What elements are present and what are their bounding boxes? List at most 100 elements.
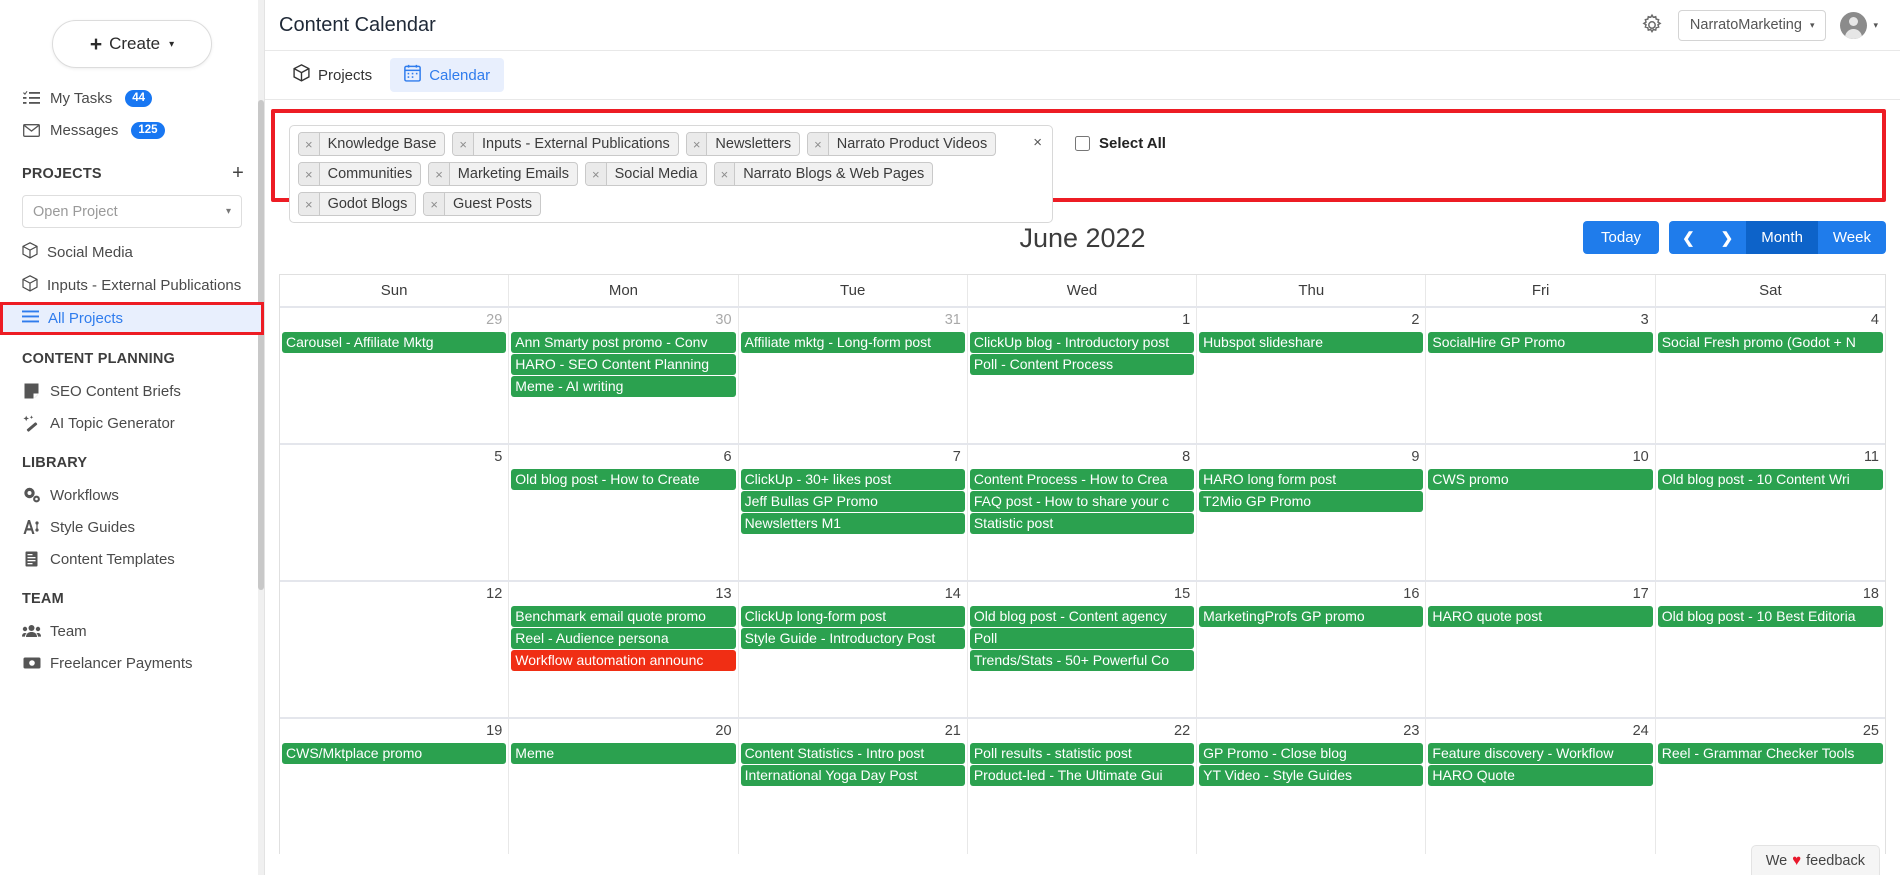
sidebar-item-team[interactable]: Team [0,615,264,647]
sidebar-item-inputs-external-publications[interactable]: Inputs - External Publications [0,269,264,302]
create-button[interactable]: + Create ▾ [52,20,212,68]
filter-chip[interactable]: × Marketing Emails [428,162,578,186]
sidebar-scrollbar-track[interactable] [258,0,264,875]
calendar-event[interactable]: Trends/Stats - 50+ Powerful Co [969,650,1195,671]
calendar-event[interactable]: CWS promo [1428,469,1653,490]
tab-projects[interactable]: Projects [279,58,386,92]
calendar-event[interactable]: Reel - Audience persona [511,628,736,649]
calendar-event[interactable]: Product-led - The Ultimate Gui [969,765,1195,786]
filter-chip[interactable]: × Inputs - External Publications [452,132,679,156]
sidebar-item-seo-content-briefs[interactable]: SEO Content Briefs [0,375,264,407]
gear-icon[interactable] [1640,13,1664,37]
calendar-event[interactable]: ClickUp blog - Introductory post [969,332,1195,353]
project-filter-chips[interactable]: × Knowledge Base × Inputs - External Publi… [289,125,1053,223]
calendar-event[interactable]: MarketingProfs GP promo [1199,606,1424,627]
filter-chip[interactable]: × Social Media [585,162,707,186]
add-project-icon[interactable]: + [232,162,244,185]
calendar-day-cell[interactable]: 12 [280,582,510,717]
calendar-event[interactable]: ClickUp - 30+ likes post [740,469,965,490]
calendar-event[interactable]: Content Statistics - Intro post [740,743,965,764]
calendar-day-cell[interactable]: 25 Reel - Grammar Checker Tools [1656,719,1885,854]
calendar-event[interactable]: GP Promo - Close blog [1199,743,1424,764]
calendar-day-cell[interactable]: 22 Poll results - statistic post Product-l… [968,719,1198,854]
calendar-event[interactable]: Meme - AI writing [511,376,736,397]
calendar-day-cell[interactable]: 23 GP Promo - Close blog YT Video - Style … [1197,719,1427,854]
calendar-event[interactable]: HARO long form post [1199,469,1424,490]
calendar-day-cell[interactable]: 21 Content Statistics - Intro post Interna… [739,719,968,854]
calendar-event[interactable]: Old blog post - How to Create [511,469,736,490]
calendar-day-cell[interactable]: 7 ClickUp - 30+ likes post Jeff Bullas GP … [739,445,968,580]
sidebar-item-messages[interactable]: Messages 125 [0,114,264,146]
chip-remove-icon[interactable]: × [586,163,607,185]
calendar-day-cell[interactable]: 6 Old blog post - How to Create [509,445,739,580]
calendar-day-cell[interactable]: 9 HARO long form post T2Mio GP Promo [1197,445,1427,580]
calendar-event[interactable]: Newsletters M1 [740,513,965,534]
calendar-day-cell[interactable]: 17 HARO quote post [1426,582,1656,717]
calendar-event[interactable]: Hubspot slideshare [1199,332,1424,353]
sidebar-item-content-templates[interactable]: Content Templates [0,543,264,575]
filter-chip[interactable]: × Communities [298,162,422,186]
tab-calendar[interactable]: Calendar [390,58,505,92]
calendar-event[interactable]: Poll - Content Process [969,354,1195,375]
sidebar-item-all-projects[interactable]: All Projects [0,302,264,335]
calendar-event[interactable]: Style Guide - Introductory Post [740,628,965,649]
organization-selector[interactable]: NarratoMarketing ▾ [1677,9,1827,41]
calendar-event[interactable]: Reel - Grammar Checker Tools [1657,743,1883,764]
calendar-day-cell[interactable]: 1 ClickUp blog - Introductory post Poll - … [968,308,1198,443]
calendar-event[interactable]: ClickUp long-form post [740,606,965,627]
calendar-event[interactable]: Old blog post - 10 Content Wri [1657,469,1883,490]
calendar-day-cell[interactable]: 5 [280,445,510,580]
calendar-day-cell[interactable]: 20 Meme [509,719,739,854]
calendar-event[interactable]: Poll results - statistic post [969,743,1195,764]
calendar-event[interactable]: HARO quote post [1428,606,1653,627]
calendar-day-cell[interactable]: 30 Ann Smarty post promo - Conv HARO - SEO… [509,308,739,443]
calendar-day-cell[interactable]: 16 MarketingProfs GP promo [1197,582,1427,717]
calendar-day-cell[interactable]: 13 Benchmark email quote promo Reel - Audi… [509,582,739,717]
filter-chip[interactable]: × Narrato Blogs & Web Pages [713,162,934,186]
calendar-day-cell[interactable]: 4 Social Fresh promo (Godot + N [1656,308,1885,443]
calendar-event[interactable]: Poll [969,628,1195,649]
prev-month-button[interactable]: ❮ [1669,221,1708,254]
calendar-event[interactable]: YT Video - Style Guides [1199,765,1424,786]
filter-chip[interactable]: × Knowledge Base [298,132,446,156]
calendar-day-cell[interactable]: 3 SocialHire GP Promo [1426,308,1656,443]
open-project-select[interactable]: Open Project ▾ [22,195,242,228]
calendar-day-cell[interactable]: 11 Old blog post - 10 Content Wri [1656,445,1885,580]
calendar-event[interactable]: Jeff Bullas GP Promo [740,491,965,512]
calendar-event[interactable]: Benchmark email quote promo [511,606,736,627]
calendar-day-cell[interactable]: 24 Feature discovery - Workflow HARO Quote [1426,719,1656,854]
calendar-day-cell[interactable]: 10 CWS promo [1426,445,1656,580]
calendar-event[interactable]: Affiliate mktg - Long-form post [740,332,965,353]
user-menu[interactable]: ▾ [1840,11,1878,39]
feedback-widget[interactable]: We ♥ feedback [1750,845,1880,875]
calendar-event[interactable]: HARO - SEO Content Planning [511,354,736,375]
calendar-day-cell[interactable]: 8 Content Process - How to Crea FAQ post -… [968,445,1198,580]
sidebar-item-freelancer-payments[interactable]: Freelancer Payments [0,647,264,679]
chip-remove-icon[interactable]: × [299,163,320,185]
next-month-button[interactable]: ❯ [1707,221,1747,254]
sidebar-item-social-media[interactable]: Social Media [0,236,264,269]
calendar-event[interactable]: Content Process - How to Crea [969,469,1195,490]
calendar-event[interactable]: HARO Quote [1428,765,1653,786]
calendar-event[interactable]: Old blog post - 10 Best Editoria [1657,606,1883,627]
calendar-event[interactable]: Social Fresh promo (Godot + N [1657,332,1883,353]
calendar-event[interactable]: T2Mio GP Promo [1199,491,1424,512]
calendar-event[interactable]: CWS/Mktplace promo [282,743,507,764]
calendar-event[interactable]: Ann Smarty post promo - Conv [511,332,736,353]
view-week-button[interactable]: Week [1817,221,1886,254]
calendar-event[interactable]: Old blog post - Content agency [969,606,1195,627]
clear-all-filters-icon[interactable]: × [1033,133,1042,153]
sidebar-item-style-guides[interactable]: Style Guides [0,511,264,543]
filter-chip[interactable]: × Newsletters [685,132,801,156]
chip-remove-icon[interactable]: × [429,163,450,185]
calendar-event[interactable]: Carousel - Affiliate Mktg [282,332,507,353]
select-all-checkbox[interactable] [1075,136,1090,151]
select-all-control[interactable]: Select All [1075,135,1166,152]
today-button[interactable]: Today [1583,221,1660,254]
view-month-button[interactable]: Month [1746,221,1818,254]
calendar-day-cell[interactable]: 18 Old blog post - 10 Best Editoria [1656,582,1885,717]
filter-chip[interactable]: × Narrato Product Videos [807,132,997,156]
calendar-event[interactable]: Feature discovery - Workflow [1428,743,1653,764]
chip-remove-icon[interactable]: × [299,133,320,155]
calendar-event[interactable]: FAQ post - How to share your c [969,491,1195,512]
